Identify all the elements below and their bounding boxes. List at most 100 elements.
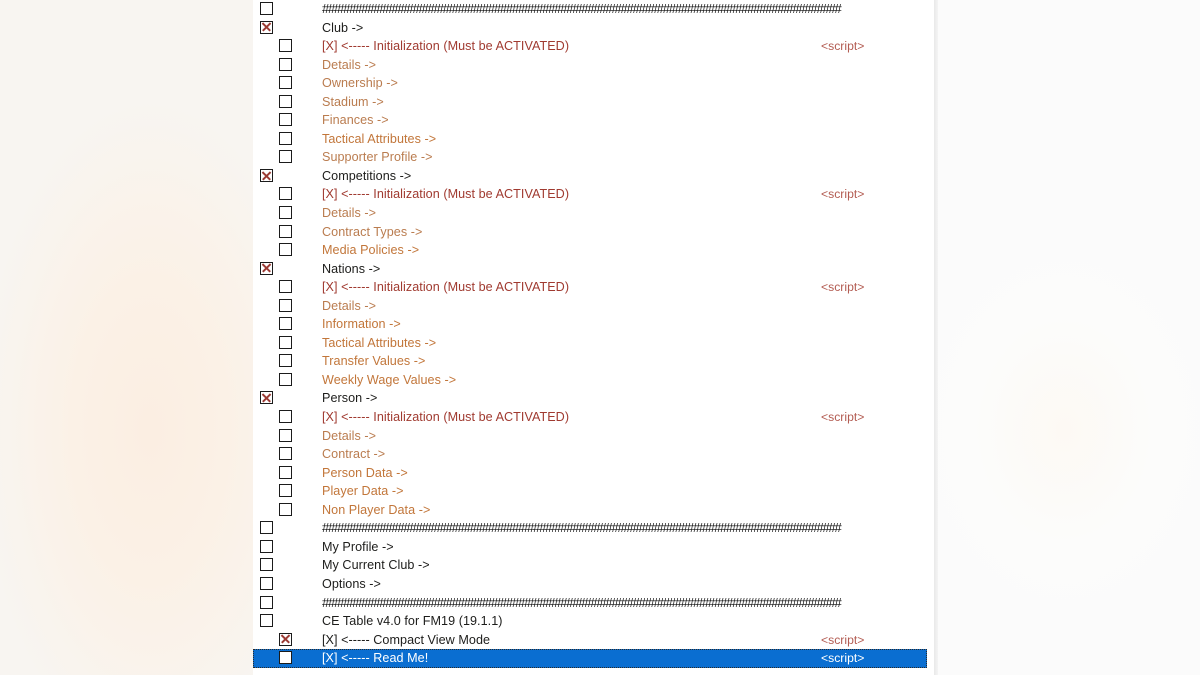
checkbox-unchecked-icon[interactable] — [279, 94, 292, 108]
tree-row[interactable]: Weekly Wage Values -> — [253, 371, 927, 390]
tree-row-label: Details -> — [322, 57, 377, 72]
checkbox-unchecked-icon[interactable] — [279, 187, 292, 201]
tree-row-label: Options -> — [322, 576, 381, 591]
tree-row[interactable]: Media Policies -> — [253, 241, 927, 260]
checkbox-unchecked-icon[interactable] — [260, 558, 273, 572]
tree-row-label: Tactical Attributes -> — [322, 335, 437, 350]
tree-row[interactable]: ########################################… — [253, 0, 927, 19]
tree-row[interactable]: Club -> — [253, 19, 927, 38]
tree-row[interactable]: Non Player Data -> — [253, 501, 927, 520]
tree-row[interactable]: Contract -> — [253, 445, 927, 464]
checkbox-unchecked-icon[interactable] — [279, 651, 292, 665]
tree-separator: ########################################… — [322, 520, 842, 536]
checkbox-unchecked-icon[interactable] — [279, 447, 292, 461]
tree-row-label: Transfer Values -> — [322, 354, 426, 369]
tree-row[interactable]: Details -> — [253, 297, 927, 316]
tree-row-label: Details -> — [322, 206, 377, 221]
tree-row[interactable]: Person -> — [253, 389, 927, 408]
checkbox-unchecked-icon[interactable] — [260, 576, 273, 590]
tree-row[interactable]: Details -> — [253, 427, 927, 446]
tree-row[interactable]: Options -> — [253, 575, 927, 594]
checkbox-unchecked-icon[interactable] — [279, 465, 292, 479]
tree-row[interactable]: Ownership -> — [253, 74, 927, 93]
tree-row[interactable]: Competitions -> — [253, 167, 927, 186]
script-tag-label: <script> — [821, 410, 865, 425]
tree-row[interactable]: Transfer Values -> — [253, 352, 927, 371]
tree-row[interactable]: Finances -> — [253, 111, 927, 130]
tree-row-label: Nations -> — [322, 261, 381, 276]
tree-row-label: Contract -> — [322, 447, 386, 462]
tree-row[interactable]: Person Data -> — [253, 464, 927, 483]
tree-row[interactable]: Player Data -> — [253, 482, 927, 501]
tree-row-label: Tactical Attributes -> — [322, 131, 437, 146]
script-tag-label: <script> — [821, 632, 865, 647]
tree-row-label: [X] <----- Initialization (Must be ACTIV… — [322, 187, 570, 202]
tree-row[interactable]: [X] <----- Initialization (Must be ACTIV… — [253, 37, 927, 56]
tree-row-label: [X] <----- Initialization (Must be ACTIV… — [322, 280, 570, 295]
tree-row-label: Person -> — [322, 391, 378, 406]
checkbox-unchecked-icon[interactable] — [260, 521, 273, 535]
script-tree-panel: ########################################… — [253, 0, 934, 675]
tree-row[interactable]: [X] <----- Compact View Mode <script> — [253, 631, 927, 650]
checkbox-unchecked-icon[interactable] — [279, 428, 292, 442]
checkbox-unchecked-icon[interactable] — [279, 484, 292, 498]
checkbox-unchecked-icon[interactable] — [279, 57, 292, 71]
tree-row[interactable]: My Profile -> — [253, 538, 927, 557]
tree-separator: ########################################… — [322, 594, 842, 610]
checkbox-unchecked-icon[interactable] — [279, 317, 292, 331]
checkbox-unchecked-icon[interactable] — [260, 539, 273, 553]
tree-row[interactable]: Supporter Profile -> — [253, 148, 927, 167]
tree-row[interactable]: [X] <----- Initialization (Must be ACTIV… — [253, 185, 927, 204]
tree-row[interactable]: [X] <----- Initialization (Must be ACTIV… — [253, 278, 927, 297]
checkbox-unchecked-icon[interactable] — [279, 502, 292, 516]
tree-row[interactable]: Tactical Attributes -> — [253, 130, 927, 149]
tree-row[interactable]: CE Table v4.0 for FM19 (19.1.1) — [253, 612, 927, 631]
tree-row[interactable]: Contract Types -> — [253, 223, 927, 242]
tree-row-label: [X] <----- Initialization (Must be ACTIV… — [322, 39, 570, 54]
checkbox-unchecked-icon[interactable] — [279, 150, 292, 164]
tree-row-label: Player Data -> — [322, 484, 404, 499]
tree-row-label: My Profile -> — [322, 539, 394, 554]
checkbox-unchecked-icon[interactable] — [279, 354, 292, 368]
checkbox-checked-icon[interactable] — [279, 632, 292, 646]
tree-separator: ########################################… — [322, 1, 842, 16]
checkbox-unchecked-icon[interactable] — [279, 206, 292, 220]
checkbox-unchecked-icon[interactable] — [279, 131, 292, 145]
tree-row[interactable]: [X] <----- Read Me! <script> — [253, 649, 927, 668]
checkbox-checked-icon[interactable] — [260, 261, 273, 275]
checkbox-unchecked-icon[interactable] — [279, 243, 292, 257]
checkbox-unchecked-icon[interactable] — [279, 280, 292, 294]
checkbox-unchecked-icon[interactable] — [260, 2, 273, 15]
tree-row[interactable]: Stadium -> — [253, 93, 927, 112]
checkbox-unchecked-icon[interactable] — [279, 372, 292, 386]
script-tree-list[interactable]: ########################################… — [253, 0, 927, 675]
page-background-right — [934, 0, 1200, 675]
checkbox-checked-icon[interactable] — [260, 391, 273, 405]
script-tag-label: <script> — [821, 187, 865, 202]
tree-row-label: Details -> — [322, 428, 377, 443]
tree-row-label: Supporter Profile -> — [322, 150, 433, 165]
checkbox-unchecked-icon[interactable] — [279, 410, 292, 424]
tree-row[interactable]: Information -> — [253, 315, 927, 334]
tree-row[interactable]: Details -> — [253, 56, 927, 75]
tree-row-label: Person Data -> — [322, 465, 408, 480]
checkbox-unchecked-icon[interactable] — [279, 224, 292, 238]
tree-row[interactable]: ########################################… — [253, 594, 927, 613]
checkbox-unchecked-icon[interactable] — [279, 298, 292, 312]
tree-row[interactable]: ########################################… — [253, 519, 927, 538]
checkbox-unchecked-icon[interactable] — [260, 595, 273, 609]
tree-row[interactable]: My Current Club -> — [253, 556, 927, 575]
checkbox-unchecked-icon[interactable] — [279, 335, 292, 349]
checkbox-unchecked-icon[interactable] — [279, 39, 292, 53]
checkbox-unchecked-icon[interactable] — [279, 76, 292, 90]
checkbox-checked-icon[interactable] — [260, 168, 273, 182]
checkbox-unchecked-icon[interactable] — [279, 113, 292, 127]
tree-row[interactable]: Nations -> — [253, 260, 927, 279]
tree-row[interactable]: [X] <----- Initialization (Must be ACTIV… — [253, 408, 927, 427]
tree-row-label: Media Policies -> — [322, 243, 420, 258]
checkbox-checked-icon[interactable] — [260, 20, 273, 34]
tree-row[interactable]: Tactical Attributes -> — [253, 334, 927, 353]
tree-row-label: Club -> — [322, 20, 364, 35]
checkbox-unchecked-icon[interactable] — [260, 614, 273, 628]
tree-row[interactable]: Details -> — [253, 204, 927, 223]
